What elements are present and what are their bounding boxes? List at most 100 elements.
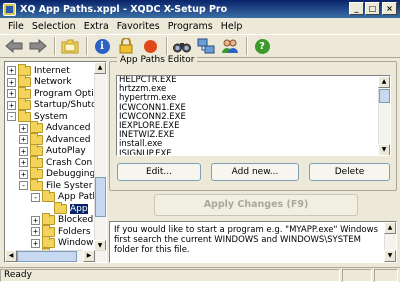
menu-help[interactable]: Help bbox=[217, 21, 247, 32]
expand-icon[interactable]: + bbox=[19, 169, 28, 179]
tree-node-label: Network bbox=[34, 77, 72, 87]
tree-node[interactable]: + Folders bbox=[31, 224, 91, 237]
expand-icon[interactable]: + bbox=[7, 66, 16, 75]
tree-node-label: AutoPlay bbox=[46, 146, 86, 156]
lock-icon[interactable] bbox=[115, 36, 137, 56]
info-scroll-down-icon[interactable]: ▼ bbox=[384, 250, 396, 262]
tree-vertical-scrollbar[interactable]: ▲ ▼ bbox=[94, 62, 106, 252]
folder-icon bbox=[42, 190, 55, 202]
info-panel: If you would like to start a program e.g… bbox=[109, 221, 397, 263]
expand-icon[interactable]: + bbox=[7, 77, 16, 87]
folder-icon[interactable] bbox=[59, 36, 81, 56]
scroll-left-icon[interactable]: ◀ bbox=[5, 250, 17, 262]
tree-node-label: Startup/Shutd bbox=[34, 100, 97, 110]
tree-node[interactable]: + Window bbox=[31, 236, 94, 249]
list-scroll-up-icon[interactable]: ▲ bbox=[378, 76, 390, 88]
app-paths-list[interactable]: HELPCTR.EXE hrtzzm.exe hypertrm.exe ICWCONN… bbox=[116, 75, 391, 156]
app-paths-editor-title: App Paths Editor bbox=[117, 55, 198, 65]
list-vertical-scrollbar[interactable]: ▲ ▼ bbox=[378, 76, 390, 155]
collapse-icon[interactable]: - bbox=[19, 181, 28, 190]
binoculars-icon[interactable] bbox=[171, 36, 193, 56]
folder-icon bbox=[30, 155, 43, 168]
folder-icon bbox=[42, 213, 55, 225]
list-scroll-thumb[interactable] bbox=[379, 89, 390, 103]
users-icon[interactable] bbox=[219, 36, 241, 56]
record-icon[interactable] bbox=[139, 36, 161, 56]
collapse-icon[interactable]: - bbox=[31, 192, 40, 202]
menu-extra[interactable]: Extra bbox=[80, 21, 113, 32]
folder-icon bbox=[18, 98, 31, 110]
tree-node[interactable]: + Internet bbox=[7, 63, 70, 76]
tree-node-label: App Path bbox=[58, 192, 99, 202]
scroll-up-icon[interactable]: ▲ bbox=[94, 62, 106, 74]
network-icon[interactable] bbox=[195, 36, 217, 56]
tree-node-label: Program Optio bbox=[34, 88, 100, 99]
info-vertical-scrollbar[interactable]: ▲ ▼ bbox=[384, 222, 396, 262]
menu-bar: File Selection Extra Favorites Programs … bbox=[0, 18, 400, 34]
close-button[interactable]: × bbox=[382, 2, 397, 15]
tree-scroll-thumb[interactable] bbox=[95, 177, 106, 217]
tree-node-label: Blocked bbox=[58, 215, 94, 225]
expand-icon[interactable]: + bbox=[31, 227, 40, 236]
help-icon[interactable]: ? bbox=[251, 36, 273, 56]
list-scroll-down-icon[interactable]: ▼ bbox=[378, 144, 390, 155]
app-icon bbox=[3, 2, 16, 16]
folder-icon bbox=[54, 201, 67, 214]
folder-icon bbox=[18, 86, 31, 99]
tree-node-label: File Syster bbox=[46, 180, 93, 191]
menu-programs[interactable]: Programs bbox=[164, 21, 217, 32]
tree-node-label: Internet bbox=[34, 65, 70, 76]
back-arrow-icon[interactable] bbox=[3, 36, 25, 56]
folder-icon bbox=[18, 75, 31, 87]
folder-icon bbox=[42, 224, 55, 237]
folder-icon bbox=[30, 167, 43, 179]
expand-icon[interactable]: + bbox=[7, 100, 16, 110]
title-bar[interactable]: XQ App Paths.xppl - XQDC X-Setup Pro _ □… bbox=[0, 0, 400, 18]
maximize-button[interactable]: □ bbox=[365, 2, 380, 15]
expand-icon[interactable]: + bbox=[31, 238, 40, 248]
scroll-right-icon[interactable]: ▶ bbox=[83, 250, 95, 262]
folder-icon bbox=[30, 121, 43, 133]
category-tree[interactable]: + Internet + Network + Program Optio + Startup/… bbox=[4, 61, 107, 263]
forward-arrow-icon[interactable] bbox=[27, 36, 49, 56]
tree-node-label: Advanced bbox=[46, 134, 91, 145]
expand-icon[interactable]: + bbox=[19, 123, 28, 133]
expand-icon[interactable]: + bbox=[31, 215, 40, 225]
expand-icon[interactable]: + bbox=[19, 158, 28, 167]
menu-favorites[interactable]: Favorites bbox=[113, 21, 164, 32]
expand-icon[interactable]: + bbox=[7, 89, 16, 98]
menu-file[interactable]: File bbox=[4, 21, 28, 32]
menu-selection[interactable]: Selection bbox=[28, 21, 80, 32]
tree-hscroll-thumb[interactable] bbox=[17, 251, 77, 262]
apply-changes-button[interactable]: Apply Changes (F9) bbox=[154, 194, 358, 216]
status-bar: Ready bbox=[0, 267, 400, 282]
tree-node[interactable]: + AutoPlay bbox=[19, 144, 86, 157]
toolbar-separator bbox=[246, 37, 248, 55]
info-scroll-up-icon[interactable]: ▲ bbox=[384, 222, 396, 234]
expand-icon[interactable]: + bbox=[19, 146, 28, 156]
edit-button[interactable]: Edit... bbox=[117, 163, 201, 181]
info-icon[interactable]: i bbox=[91, 36, 113, 56]
collapse-icon[interactable]: - bbox=[7, 112, 16, 121]
tree-node[interactable]: + Network bbox=[7, 75, 72, 88]
delete-button[interactable]: Delete bbox=[309, 163, 390, 181]
tree-node-label: Debugging bbox=[46, 169, 96, 179]
folder-icon bbox=[18, 63, 31, 76]
tree-node-label: System bbox=[34, 111, 68, 122]
list-item[interactable]: ISIGNUP.EXE bbox=[117, 149, 390, 155]
tree-node[interactable]: + Blocked bbox=[31, 213, 94, 226]
tree-node[interactable]: - App Path bbox=[31, 190, 99, 203]
window-title: XQ App Paths.xppl - XQDC X-Setup Pro bbox=[20, 3, 228, 15]
tree-horizontal-scrollbar[interactable]: ◀ ▶ bbox=[5, 250, 106, 262]
tree-node-label: Folders bbox=[58, 226, 91, 237]
add-new-button[interactable]: Add new... bbox=[211, 163, 299, 181]
toolbar: i ? bbox=[0, 34, 400, 58]
tree-node-label: Window bbox=[58, 238, 94, 248]
folder-icon bbox=[18, 109, 31, 122]
tree-node[interactable]: - File Syster bbox=[19, 178, 93, 191]
tree-node-label: App bbox=[70, 203, 88, 214]
folder-icon bbox=[30, 178, 43, 191]
expand-icon[interactable]: + bbox=[19, 135, 28, 144]
minimize-button[interactable]: _ bbox=[349, 2, 364, 15]
size-grip[interactable] bbox=[374, 268, 398, 282]
